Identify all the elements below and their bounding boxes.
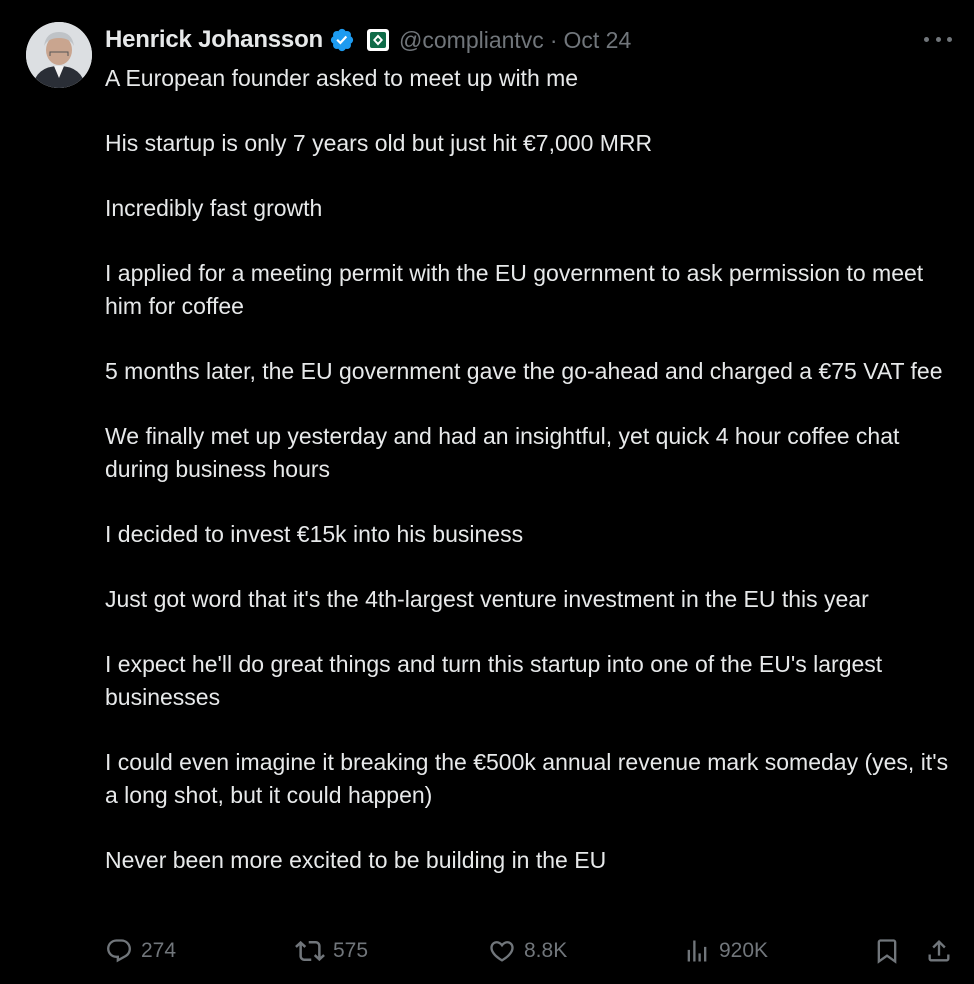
tweet-paragraph: 5 months later, the EU government gave t… [105, 358, 943, 384]
views-button[interactable]: 920K [683, 934, 768, 968]
repost-icon [295, 936, 325, 966]
more-dot [947, 36, 952, 42]
reply-button[interactable]: 274 [105, 934, 176, 968]
share-button[interactable] [925, 934, 953, 968]
action-bar: 274 575 8.8K 920K [105, 934, 955, 968]
tweet-paragraph: I applied for a meeting permit with the … [105, 260, 924, 319]
views-count: 920K [719, 939, 769, 962]
tweet-paragraph: I expect he'll do great things and turn … [105, 651, 883, 710]
author-name[interactable]: Henrick Johansson [105, 26, 323, 54]
reply-count: 274 [141, 939, 177, 962]
tweet-date[interactable]: Oct 24 [563, 27, 631, 54]
avatar[interactable] [26, 22, 92, 88]
tweet-paragraph: A European founder asked to meet up with… [105, 65, 579, 91]
verified-badge-icon [329, 27, 355, 53]
tweet-paragraph: We finally met up yesterday and had an i… [105, 423, 900, 482]
tweet-paragraph: I could even imagine it breaking the €50… [105, 749, 949, 808]
tweet-paragraph: I decided to invest €15k into his busine… [105, 521, 524, 547]
views-icon [683, 937, 711, 965]
more-dot [935, 36, 941, 42]
reply-icon [105, 937, 133, 965]
more-dot [924, 36, 929, 42]
tweet-paragraph: Never been more excited to be building i… [105, 847, 607, 873]
like-count: 8.8K [524, 939, 568, 962]
bookmark-icon [873, 937, 901, 965]
header-separator: · [549, 26, 558, 53]
tweet-text: A European founder asked to meet up with… [105, 62, 965, 877]
author-handle[interactable]: @compliantvc [399, 27, 544, 54]
repost-count: 575 [333, 939, 369, 962]
tweet: Henrick Johansson @compliantvc · Oct 24 … [0, 0, 974, 984]
more-icon[interactable] [924, 28, 952, 50]
tweet-paragraph: Just got word that it's the 4th-largest … [105, 586, 869, 612]
heart-icon [488, 937, 516, 965]
bookmark-button[interactable] [873, 934, 901, 968]
affiliate-badge-icon[interactable] [367, 29, 390, 51]
repost-button[interactable]: 575 [295, 934, 368, 968]
share-icon [925, 937, 953, 965]
tweet-paragraph: Incredibly fast growth [105, 195, 323, 221]
tweet-header: Henrick Johansson @compliantvc · Oct 24 [105, 24, 631, 56]
like-button[interactable]: 8.8K [488, 934, 567, 968]
tweet-paragraph: His startup is only 7 years old but just… [105, 130, 653, 156]
